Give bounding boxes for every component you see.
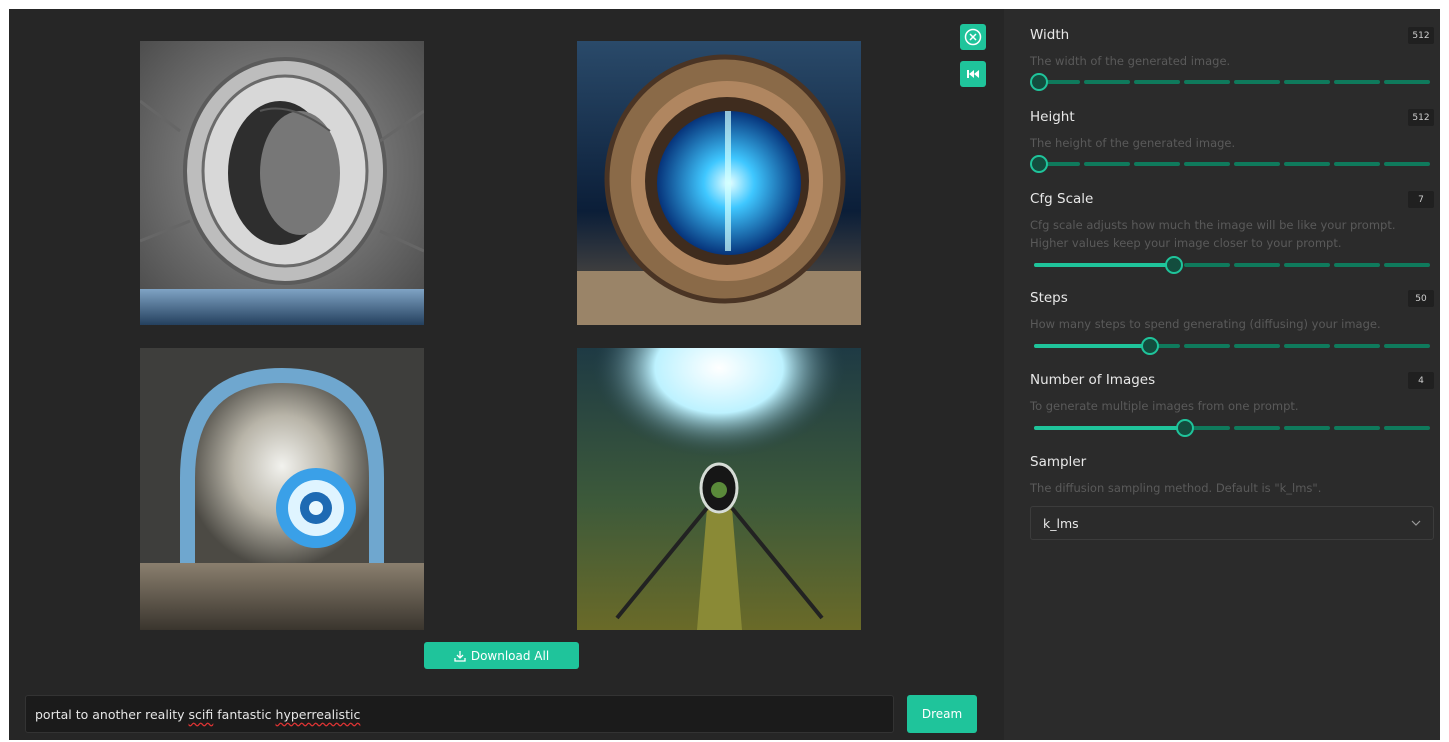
sampler-selected-value: k_lms [1043,515,1079,531]
generated-image-1[interactable] [140,41,424,325]
slider-fill [1034,426,1185,430]
setting-title: Cfg Scale [1030,191,1094,207]
slider-track-segment [1234,263,1280,267]
prompt-text-part: portal to another reality [35,706,189,722]
slider-track-segment [1284,80,1330,84]
slider-track-segment [1384,80,1430,84]
prompt-input[interactable]: portal to another reality scifi fantasti… [25,695,894,733]
slider-track-segment [1334,162,1380,166]
slider-track-segment [1184,162,1230,166]
steps-slider[interactable] [1034,337,1430,355]
slider-track-segment [1284,344,1330,348]
slider-track-segment [1184,344,1230,348]
slider-track-segment [1284,263,1330,267]
value-badge: 7 [1408,191,1434,208]
generated-image-2[interactable] [577,41,861,325]
setting-title: Steps [1030,290,1068,306]
generated-image-3[interactable] [140,348,424,630]
description-line: Higher values keep your image closer to … [1030,236,1342,250]
slider-track-segment [1334,344,1380,348]
slider-track-segment [1384,426,1430,430]
skip-back-icon [967,70,979,78]
prompt-text-misspelled: scifi [188,706,214,722]
slider-track-segment [1334,426,1380,430]
width-slider[interactable] [1030,73,1430,91]
chevron-down-icon [1411,520,1421,526]
slider-track-segment [1234,162,1280,166]
cfg-scale-slider[interactable] [1034,256,1430,274]
cancel-button[interactable] [960,24,986,50]
generated-image-4[interactable] [577,348,861,630]
close-circle-icon [964,28,982,46]
sampler-select[interactable]: k_lms [1030,506,1434,540]
setting-title: Number of Images [1030,372,1156,388]
value-badge: 50 [1408,290,1434,307]
setting-title: Width [1030,27,1070,43]
slider-fill [1034,344,1149,348]
slider-track-segment [1234,426,1280,430]
slider-track-segment [1334,80,1380,84]
setting-title: Sampler [1030,454,1087,470]
description-line: Cfg scale adjusts how much the image wil… [1030,218,1396,232]
slider-track-segment [1384,344,1430,348]
slider-thumb[interactable] [1164,256,1183,274]
setting-description: The diffusion sampling method. Default i… [1030,481,1322,495]
prompt-text-misspelled: hyperrealistic [275,706,361,722]
skip-back-button[interactable] [960,61,986,87]
height-slider[interactable] [1030,155,1430,173]
setting-description: How many steps to spend generating (diff… [1030,317,1381,331]
setting-description: Cfg scale adjusts how much the image wil… [1030,216,1420,252]
number-of-images-slider[interactable] [1034,419,1430,437]
download-icon [454,650,466,662]
download-all-label: Download All [470,648,550,663]
slider-track-segment [1184,80,1230,84]
value-badge: 4 [1408,372,1434,389]
slider-track-segment [1134,162,1180,166]
slider-thumb[interactable] [1140,337,1159,355]
setting-description: To generate multiple images from one pro… [1030,399,1299,413]
value-badge: 512 [1408,109,1434,126]
slider-track-segment [1084,162,1130,166]
slider-track-segment [1284,426,1330,430]
slider-thumb[interactable] [1030,73,1048,91]
prompt-text: portal to another reality scifi fantasti… [35,707,360,722]
slider-track-segment [1284,162,1330,166]
setting-description: The height of the generated image. [1030,136,1236,150]
slider-track-segment [1134,80,1180,84]
app-window: Download All portal to another reality s… [9,9,1440,740]
slider-track-segment [1184,263,1230,267]
slider-thumb[interactable] [1176,419,1195,437]
setting-description: The width of the generated image. [1030,54,1231,68]
slider-track-segment [1234,344,1280,348]
slider-track-segment [1084,80,1130,84]
dream-button[interactable]: Dream [907,695,977,733]
value-badge: 512 [1408,27,1434,44]
slider-track-segment [1384,162,1430,166]
slider-track-segment [1384,263,1430,267]
download-all-button[interactable]: Download All [424,642,579,669]
slider-thumb[interactable] [1030,155,1048,173]
slider-fill [1034,263,1173,267]
prompt-text-part: fantastic [213,706,276,722]
slider-track-segment [1234,80,1280,84]
settings-panel: Width 512 The width of the generated ima… [1004,9,1440,740]
setting-title: Height [1030,109,1075,125]
gallery-area: Download All portal to another reality s… [9,9,1004,740]
slider-track-segment [1334,263,1380,267]
